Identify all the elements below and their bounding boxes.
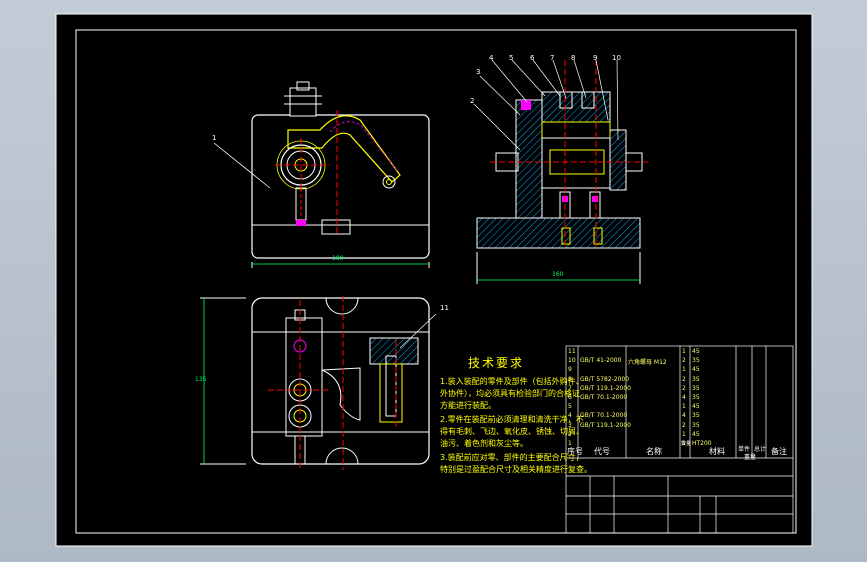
balloon-11: 11 [440, 304, 449, 312]
balloon-10: 10 [612, 54, 621, 62]
balloon-2: 2 [470, 97, 475, 105]
tech-line: 油污、着色剂和灰尘等。 [440, 439, 528, 448]
bom-cell-mat: 45 [692, 348, 700, 355]
bom-cell-mat: 35 [692, 375, 700, 383]
bom-cell-mat: 35 [692, 421, 700, 429]
bom-cell-no: 4 [568, 412, 572, 420]
bom-cell-name: 六角螺母 M12 [628, 359, 667, 367]
tech-line: 方能进行装配。 [440, 401, 496, 410]
balloon-7: 7 [550, 54, 555, 62]
tech-line: 外协件），均必须具有检验部门的合格证 [440, 389, 580, 398]
balloon-5: 5 [509, 54, 514, 62]
dim-plan-height: 135 [195, 376, 207, 383]
bom-cell-no: 3 [568, 421, 572, 429]
bom-cell-code: GB/T 70.1-2000 [580, 394, 628, 401]
tech-line: 特别是过盈配合尺寸及相关精度进行复查。 [440, 465, 592, 474]
bom-cell-qty: 1 [682, 348, 686, 355]
bom-cell-mat: 45 [692, 403, 700, 411]
bom-cell-code: GB/T 5782-2000 [580, 375, 630, 383]
tech-line: 2.零件在装配前必须清理和清洗干净，不 [440, 415, 584, 424]
bom-cell-mat: 35 [692, 357, 700, 365]
bom-cell-mat: 35 [692, 412, 700, 420]
balloon-3: 3 [476, 68, 481, 76]
tech-line: 得有毛刺、飞边、氧化皮、锈蚀、切屑、 [440, 427, 584, 436]
bom-cell-no: 5 [568, 403, 572, 411]
sheet-border [55, 13, 813, 547]
balloon-4: 4 [489, 54, 494, 62]
bom-cell-no: 6 [568, 394, 572, 401]
bom-header-note: 备注 [771, 447, 787, 456]
bom-cell-qty: 1 [682, 430, 686, 438]
bom-header-qty: 数量 [681, 441, 692, 447]
bom-cell-qty: 4 [682, 412, 686, 420]
bom-cell-no: 9 [568, 366, 572, 374]
bom-cell-qty: 1 [682, 403, 686, 411]
drawing-sheet [55, 13, 813, 547]
tech-line: 1.装入装配的零件及部件（包括外购件、 [440, 377, 584, 386]
bom-cell-mat: 45 [692, 366, 700, 374]
bom-header-mat: 材料 [709, 447, 725, 456]
bom-cell-code: GB/T 119.1-2000 [580, 384, 631, 392]
cad-canvas: 1 2 3 4 5 6 7 8 9 10 11 180 160 135 技术要求… [0, 0, 867, 562]
bom-header-weight: 重量 [744, 454, 757, 461]
tech-title: 技术要求 [468, 356, 525, 370]
bom-cell-no: 8 [568, 375, 572, 383]
bom-cell-qty: 2 [682, 384, 686, 392]
bom-cell-qty: 4 [682, 394, 686, 401]
bom-cell-code: GB/T 70.1-2000 [580, 412, 628, 420]
bom-cell-mat: 45 [692, 430, 700, 438]
bom-cell-qty: 2 [682, 421, 686, 429]
dim-side-width: 160 [552, 271, 564, 278]
bom-cell-no: 11 [568, 348, 576, 355]
balloon-6: 6 [530, 54, 535, 62]
bom-cell-qty: 2 [682, 375, 686, 383]
bom-cell-code: GB/T 119.1-2000 [580, 421, 631, 429]
bom-header-name: 名称 [646, 447, 662, 456]
bom-header-no: 序号 [567, 447, 583, 456]
bom-cell-qty: 1 [682, 366, 686, 374]
bom-cell-no: 7 [568, 384, 572, 392]
dim-front-width: 180 [332, 255, 344, 262]
bom-cell-mat: 35 [692, 384, 700, 392]
bom-header-code: 代号 [594, 447, 610, 456]
bom-cell-qty: 2 [682, 357, 686, 365]
tech-line: 3.装配前应对零、部件的主要配合尺寸， [440, 453, 584, 462]
balloon-9: 9 [593, 54, 598, 62]
bom-cell-no: 10 [568, 357, 576, 365]
balloon-8: 8 [571, 54, 576, 62]
bom-cell-code: GB/T 41-2000 [580, 357, 622, 365]
bom-cell-no: 2 [568, 430, 572, 438]
bom-cell-mat: 35 [692, 394, 700, 401]
balloon-1: 1 [212, 134, 217, 142]
